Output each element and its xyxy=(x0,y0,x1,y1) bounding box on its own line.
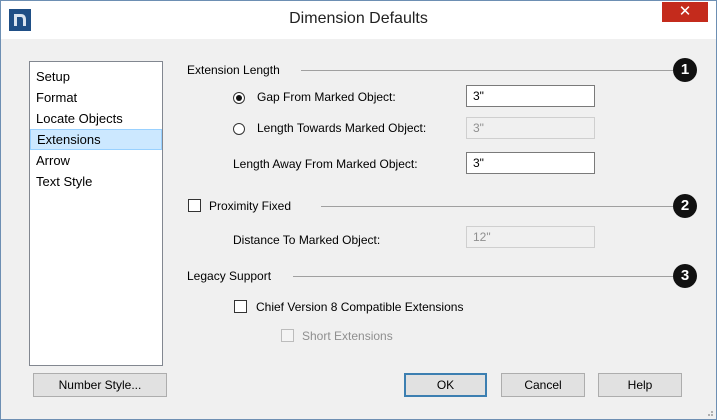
short-extensions-checkbox xyxy=(281,329,294,342)
proximity-fixed-checkbox[interactable] xyxy=(188,199,201,212)
chief-v8-label: Chief Version 8 Compatible Extensions xyxy=(256,300,464,314)
callout-badge-1: 1 xyxy=(673,58,697,82)
callout-badge-2: 2 xyxy=(673,194,697,218)
legacy-support-heading: Legacy Support xyxy=(187,269,272,283)
proximity-fixed-label: Proximity Fixed xyxy=(209,199,292,213)
dialog-content: Setup Format Locate Objects Extensions A… xyxy=(1,39,716,419)
section-divider xyxy=(301,70,673,71)
distance-label: Distance To Marked Object: xyxy=(233,233,381,247)
length-away-label: Length Away From Marked Object: xyxy=(233,157,418,171)
gap-input[interactable]: 3" xyxy=(466,85,595,107)
number-style-button[interactable]: Number Style... xyxy=(33,373,167,397)
category-list[interactable]: Setup Format Locate Objects Extensions A… xyxy=(29,61,163,366)
distance-input: 12" xyxy=(466,226,595,248)
short-extensions-label: Short Extensions xyxy=(302,329,393,343)
length-towards-label: Length Towards Marked Object: xyxy=(257,121,427,135)
close-icon: ✕ xyxy=(678,3,692,20)
title-bar[interactable]: Dimension Defaults ✕ xyxy=(1,1,716,39)
list-item-arrow[interactable]: Arrow xyxy=(30,150,162,171)
ok-button[interactable]: OK xyxy=(404,373,487,397)
list-item-format[interactable]: Format xyxy=(30,87,162,108)
resize-grip-icon[interactable] xyxy=(704,407,714,417)
length-towards-radio[interactable] xyxy=(233,123,245,135)
gap-radio[interactable] xyxy=(233,92,245,104)
callout-badge-3: 3 xyxy=(673,264,697,288)
dialog-window: Dimension Defaults ✕ Setup Format Locate… xyxy=(0,0,717,420)
cancel-button[interactable]: Cancel xyxy=(501,373,585,397)
section-divider xyxy=(321,206,673,207)
help-button[interactable]: Help xyxy=(598,373,682,397)
list-item-extensions[interactable]: Extensions xyxy=(30,129,162,150)
list-item-text-style[interactable]: Text Style xyxy=(30,171,162,192)
chief-v8-checkbox[interactable] xyxy=(234,300,247,313)
extension-length-heading: Extension Length xyxy=(187,63,280,77)
list-item-setup[interactable]: Setup xyxy=(30,66,162,87)
gap-label: Gap From Marked Object: xyxy=(257,90,396,104)
close-button[interactable]: ✕ xyxy=(662,2,708,22)
length-towards-input: 3" xyxy=(466,117,595,139)
length-away-input[interactable]: 3" xyxy=(466,152,595,174)
section-divider xyxy=(293,276,673,277)
window-title: Dimension Defaults xyxy=(289,10,428,27)
list-item-locate-objects[interactable]: Locate Objects xyxy=(30,108,162,129)
